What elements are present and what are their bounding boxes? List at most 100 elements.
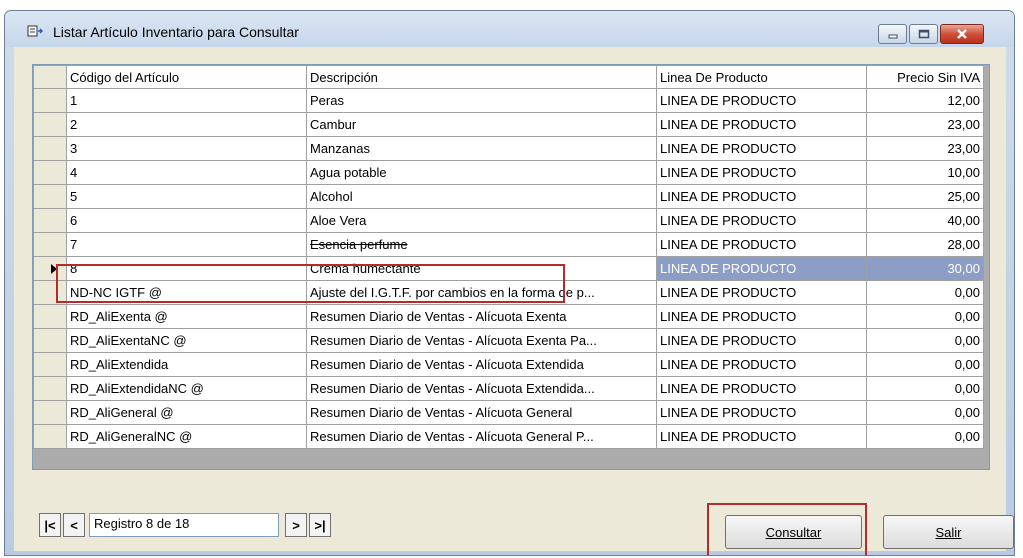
cell-code[interactable]: 7: [66, 232, 307, 257]
cell-price[interactable]: 0,00: [866, 400, 984, 425]
cell-price[interactable]: 25,00: [866, 184, 984, 209]
cell-product-line[interactable]: LINEA DE PRODUCTO: [656, 184, 867, 209]
cell-product-line[interactable]: LINEA DE PRODUCTO: [656, 352, 867, 377]
cell-code[interactable]: RD_AliExtendidaNC @: [66, 376, 307, 401]
table-row[interactable]: RD_AliExtendidaNC @ Resumen Diario de Ven…: [33, 376, 984, 401]
cell-description[interactable]: Cambur: [306, 112, 657, 137]
cell-price[interactable]: 0,00: [866, 352, 984, 377]
cell-description[interactable]: Peras: [306, 88, 657, 113]
cell-product-line[interactable]: LINEA DE PRODUCTO: [656, 88, 867, 113]
cell-code[interactable]: 5: [66, 184, 307, 209]
row-selector[interactable]: [33, 160, 67, 185]
table-row[interactable]: ND-NC IGTF @ Ajuste del I.G.T.F. por camb…: [33, 280, 984, 305]
cell-description[interactable]: Resumen Diario de Ventas - Alícuota Exte…: [306, 376, 657, 401]
cell-price[interactable]: 0,00: [866, 328, 984, 353]
row-selector[interactable]: [33, 376, 67, 401]
row-selector[interactable]: [33, 280, 67, 305]
cell-code[interactable]: RD_AliExenta @: [66, 304, 307, 329]
cell-code[interactable]: RD_AliExtendida: [66, 352, 307, 377]
row-selector[interactable]: [33, 232, 67, 257]
first-record-button[interactable]: |<: [39, 513, 61, 537]
row-selector[interactable]: [33, 184, 67, 209]
cell-description[interactable]: Aloe Vera: [306, 208, 657, 233]
table-row[interactable]: RD_AliExtendida Resumen Diario de Ventas …: [33, 352, 984, 377]
cell-product-line[interactable]: LINEA DE PRODUCTO: [656, 112, 867, 137]
cell-product-line[interactable]: LINEA DE PRODUCTO: [656, 256, 867, 281]
cell-price[interactable]: 0,00: [866, 304, 984, 329]
row-selector[interactable]: [33, 256, 67, 281]
table-row[interactable]: RD_AliExentaNC @ Resumen Diario de Ventas…: [33, 328, 984, 353]
table-row[interactable]: 6 Aloe Vera LINEA DE PRODUCTO 40,00: [33, 208, 984, 233]
row-selector[interactable]: [33, 112, 67, 137]
column-header-description[interactable]: Descripción: [306, 65, 657, 89]
cell-product-line[interactable]: LINEA DE PRODUCTO: [656, 328, 867, 353]
cell-description[interactable]: Ajuste del I.G.T.F. por cambios en la fo…: [306, 280, 657, 305]
salir-button[interactable]: Salir: [883, 515, 1014, 549]
row-selector[interactable]: [33, 136, 67, 161]
cell-price[interactable]: 0,00: [866, 376, 984, 401]
cell-description[interactable]: Resumen Diario de Ventas - Alícuota Gene…: [306, 400, 657, 425]
cell-price[interactable]: 12,00: [866, 88, 984, 113]
cell-description[interactable]: Crema humectante: [306, 256, 657, 281]
maximize-button[interactable]: [909, 24, 938, 44]
table-row[interactable]: 5 Alcohol LINEA DE PRODUCTO 25,00: [33, 184, 984, 209]
table-row[interactable]: 2 Cambur LINEA DE PRODUCTO 23,00: [33, 112, 984, 137]
row-selector[interactable]: [33, 208, 67, 233]
cell-code[interactable]: 4: [66, 160, 307, 185]
cell-code[interactable]: RD_AliGeneral @: [66, 400, 307, 425]
cell-code[interactable]: 1: [66, 88, 307, 113]
cell-description[interactable]: Alcohol: [306, 184, 657, 209]
cell-price[interactable]: 23,00: [866, 112, 984, 137]
minimize-button[interactable]: [878, 24, 907, 44]
table-row[interactable]: 1 Peras LINEA DE PRODUCTO 12,00: [33, 88, 984, 113]
row-selector[interactable]: [33, 400, 67, 425]
cell-code[interactable]: RD_AliGeneralNC @: [66, 424, 307, 449]
table-row[interactable]: 4 Agua potable LINEA DE PRODUCTO 10,00: [33, 160, 984, 185]
cell-price[interactable]: 28,00: [866, 232, 984, 257]
cell-product-line[interactable]: LINEA DE PRODUCTO: [656, 400, 867, 425]
table-row[interactable]: 7 Esencia perfume LINEA DE PRODUCTO 28,00: [33, 232, 984, 257]
row-selector[interactable]: [33, 304, 67, 329]
cell-code[interactable]: 2: [66, 112, 307, 137]
cell-description[interactable]: Resumen Diario de Ventas - Alícuota Gene…: [306, 424, 657, 449]
cell-description[interactable]: Resumen Diario de Ventas - Alícuota Exen…: [306, 304, 657, 329]
cell-price[interactable]: 30,00: [866, 256, 984, 281]
cell-product-line[interactable]: LINEA DE PRODUCTO: [656, 280, 867, 305]
cell-description[interactable]: Agua potable: [306, 160, 657, 185]
close-button[interactable]: [940, 24, 984, 44]
cell-product-line[interactable]: LINEA DE PRODUCTO: [656, 160, 867, 185]
row-selector[interactable]: [33, 328, 67, 353]
cell-product-line[interactable]: LINEA DE PRODUCTO: [656, 376, 867, 401]
column-header-product-line[interactable]: Linea De Producto: [656, 65, 867, 89]
cell-product-line[interactable]: LINEA DE PRODUCTO: [656, 304, 867, 329]
cell-description[interactable]: Resumen Diario de Ventas - Alícuota Exte…: [306, 352, 657, 377]
cell-code[interactable]: 8: [66, 256, 307, 281]
row-selector[interactable]: [33, 424, 67, 449]
table-row[interactable]: RD_AliExenta @ Resumen Diario de Ventas -…: [33, 304, 984, 329]
cell-price[interactable]: 40,00: [866, 208, 984, 233]
column-header-price[interactable]: Precio Sin IVA: [866, 65, 984, 89]
consultar-button[interactable]: Consultar: [725, 515, 862, 549]
column-header-code[interactable]: Código del Artículo: [66, 65, 307, 89]
previous-record-button[interactable]: <: [63, 513, 85, 537]
cell-code[interactable]: ND-NC IGTF @: [66, 280, 307, 305]
next-record-button[interactable]: >: [285, 513, 307, 537]
table-row[interactable]: RD_AliGeneralNC @ Resumen Diario de Venta…: [33, 424, 984, 449]
cell-code[interactable]: RD_AliExentaNC @: [66, 328, 307, 353]
cell-product-line[interactable]: LINEA DE PRODUCTO: [656, 424, 867, 449]
cell-code[interactable]: 3: [66, 136, 307, 161]
row-selector[interactable]: [33, 352, 67, 377]
table-row[interactable]: 3 Manzanas LINEA DE PRODUCTO 23,00: [33, 136, 984, 161]
row-selector[interactable]: [33, 88, 67, 113]
cell-price[interactable]: 0,00: [866, 424, 984, 449]
cell-product-line[interactable]: LINEA DE PRODUCTO: [656, 208, 867, 233]
cell-product-line[interactable]: LINEA DE PRODUCTO: [656, 232, 867, 257]
cell-description[interactable]: Esencia perfume: [306, 232, 657, 257]
cell-product-line[interactable]: LINEA DE PRODUCTO: [656, 136, 867, 161]
cell-code[interactable]: 6: [66, 208, 307, 233]
last-record-button[interactable]: >|: [309, 513, 331, 537]
cell-price[interactable]: 10,00: [866, 160, 984, 185]
cell-price[interactable]: 0,00: [866, 280, 984, 305]
cell-price[interactable]: 23,00: [866, 136, 984, 161]
table-row[interactable]: 8 Crema humectante LINEA DE PRODUCTO 30,00: [33, 256, 984, 281]
